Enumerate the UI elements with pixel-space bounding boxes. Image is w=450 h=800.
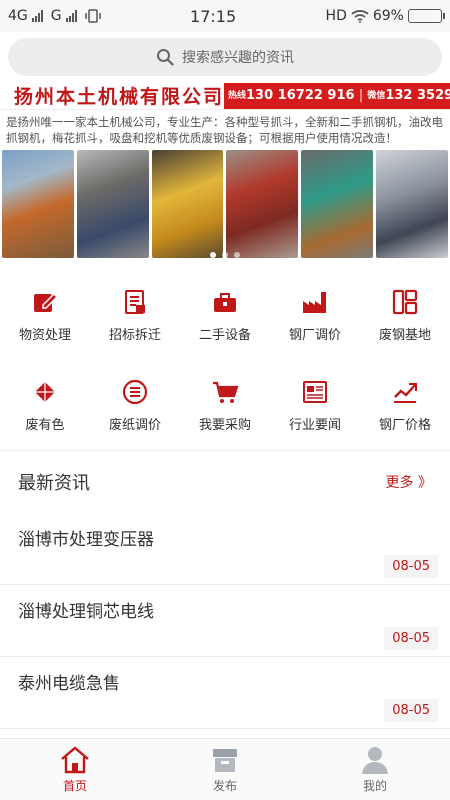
wechat-number: 132 3529 5867 [385, 88, 450, 103]
category-label: 招标拆迁 [108, 327, 161, 343]
category-item-hangye[interactable]: 行业要闻 [270, 360, 360, 450]
signal-icon [31, 10, 43, 22]
hotline-tag: 热线 [228, 90, 247, 101]
panels-icon [392, 289, 418, 314]
tab-mine[interactable]: 我的 [300, 739, 450, 800]
category-grid: 物资处理 招标拆迁 二手设备 钢厂调价 废钢基地 废有色 废纸调价 我要采购 行… [0, 264, 450, 451]
banner-photos [0, 150, 450, 258]
vibrate-icon [84, 9, 101, 23]
category-item-jiage[interactable]: 钢厂价格 [360, 360, 450, 450]
category-item-zhaobiao[interactable]: 招标拆迁 [90, 270, 180, 360]
category-label: 废有色 [25, 417, 65, 433]
carousel-dot[interactable] [234, 252, 240, 258]
newspaper-icon [303, 380, 327, 403]
category-label: 废纸调价 [108, 417, 161, 433]
news-header: 最新资讯 更多 》 [0, 451, 450, 513]
clock: 17:15 [190, 6, 237, 26]
edit-icon [34, 292, 59, 312]
battery-percent: 69% [372, 8, 404, 24]
banner-company-name: 扬州本土机械有限公司 [14, 86, 225, 108]
cart-icon [213, 381, 239, 403]
category-item-ershou[interactable]: 二手设备 [180, 270, 270, 360]
category-item-feiyouse[interactable]: 废有色 [0, 360, 90, 450]
news-item[interactable]: 淄博处理铜芯电线 08-05 [0, 585, 450, 657]
category-label: 行业要闻 [288, 417, 341, 433]
carousel-dot[interactable] [222, 252, 228, 258]
tab-label: 首页 [62, 779, 87, 793]
box-icon [213, 749, 237, 772]
category-label: 二手设备 [198, 327, 251, 343]
news-item-date: 08-05 [384, 555, 438, 578]
category-item-feigang[interactable]: 废钢基地 [360, 270, 450, 360]
bottom-tab-bar: 首页 发布 我的 [0, 738, 450, 800]
list-circle-icon [122, 379, 148, 404]
toolbox-icon [214, 292, 236, 312]
gem-icon [35, 381, 55, 402]
battery-icon [407, 9, 445, 23]
news-item[interactable]: 泰州电缆急售 08-05 [0, 657, 450, 729]
news-item-date: 08-05 [384, 699, 438, 722]
news-item-title: 淄博处理铜芯电线 [18, 602, 154, 622]
category-label: 废钢基地 [378, 327, 431, 343]
tab-publish[interactable]: 发布 [150, 739, 300, 800]
grab-photo [76, 150, 149, 258]
more-link[interactable]: 更多 》 [386, 472, 432, 492]
category-label: 钢厂调价 [288, 327, 341, 343]
category-label: 钢厂价格 [378, 417, 431, 433]
news-item-title: 泰州电缆急售 [18, 674, 120, 694]
claw-grab-photo [151, 150, 224, 258]
search-input[interactable]: 搜索感兴趣的资讯 [8, 38, 442, 76]
search-placeholder: 搜索感兴趣的资讯 [182, 50, 294, 66]
control-cabinet-photo [376, 150, 448, 258]
hotline-number: 130 16722 916 [246, 88, 355, 103]
category-label: 我要采购 [198, 417, 251, 433]
carousel-indicator [0, 252, 450, 258]
network-label-1: 4G [8, 8, 28, 24]
banner-carousel[interactable]: 扬州本土机械有限公司 热线 130 16722 916 | 微信 132 352… [0, 82, 450, 264]
tab-home[interactable]: 首页 [0, 739, 150, 800]
tab-label: 我的 [362, 779, 387, 793]
news-item-title: 淄博市处理变压器 [18, 530, 154, 550]
excavator-photo [2, 150, 74, 258]
wechat-tag: 微信 [367, 90, 386, 101]
category-item-gangchang[interactable]: 钢厂调价 [270, 270, 360, 360]
wifi-icon [351, 10, 369, 23]
magnet-disk-photo [226, 150, 299, 258]
signal-icon-2 [65, 10, 77, 22]
network-label-2: G [50, 8, 62, 24]
search-icon [157, 49, 174, 66]
tab-label: 发布 [212, 779, 237, 793]
banner-contact: 热线 130 16722 916 | 微信 132 3529 5867 [224, 82, 450, 109]
news-section-title: 最新资讯 [18, 473, 90, 494]
search-bar-area: 搜索感兴趣的资讯 [0, 32, 450, 82]
home-icon [61, 746, 89, 774]
status-bar: 4G G 17:15 HD 69% [0, 0, 450, 32]
user-icon [362, 747, 388, 774]
banner-description: 是扬州唯一一家本土机械公司，专业生产：各种型号抓斗，全新和二手抓钢机，油改电抓钢… [6, 115, 443, 145]
category-item-caigou[interactable]: 我要采购 [180, 360, 270, 450]
news-item-date: 08-05 [384, 627, 438, 650]
category-item-wuzi[interactable]: 物资处理 [0, 270, 90, 360]
hd-label: HD [325, 8, 347, 24]
machinery-photo [301, 150, 374, 258]
trend-chart-icon [394, 382, 417, 403]
carousel-dot[interactable] [210, 252, 216, 258]
factory-icon [303, 291, 326, 313]
news-item[interactable]: 淄博市处理变压器 08-05 [0, 513, 450, 585]
category-label: 物资处理 [18, 327, 71, 343]
category-item-feizhi[interactable]: 废纸调价 [90, 360, 180, 450]
document-icon [125, 289, 145, 314]
